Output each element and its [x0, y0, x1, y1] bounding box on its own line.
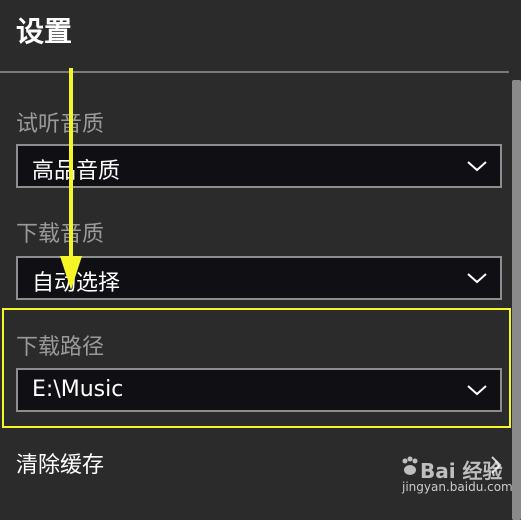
download-path-select[interactable]: E:\Music [16, 368, 502, 412]
download-quality-select[interactable]: 自动选择 [16, 256, 502, 300]
scrollbar[interactable] [512, 80, 521, 520]
watermark-subtext: jingyan.baidu.com [402, 480, 513, 494]
annotation-arrow-icon [60, 68, 82, 290]
chevron-down-icon [467, 385, 487, 396]
chevron-down-icon [467, 273, 487, 284]
download-path-label: 下载路径 [16, 335, 105, 360]
baidu-paw-icon [402, 456, 418, 475]
chevron-down-icon [467, 161, 487, 172]
preview-quality-select[interactable]: 高品音质 [16, 144, 502, 188]
settings-title: 设置 [16, 15, 73, 48]
download-path-value: E:\Music [32, 377, 124, 402]
clear-cache-item[interactable]: 清除缓存 [16, 447, 104, 479]
